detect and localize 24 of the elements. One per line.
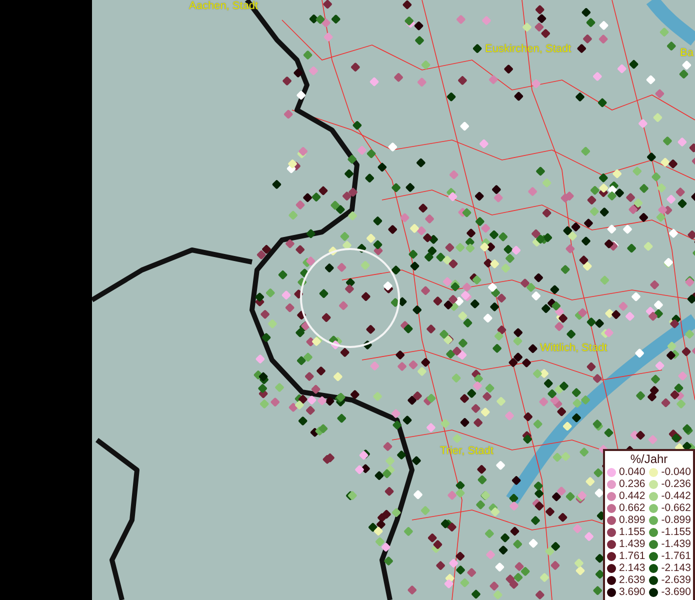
legend-label: 0.236 (619, 478, 646, 490)
legend-label: 2.639 (619, 574, 646, 586)
legend-label: -1.155 (661, 526, 691, 538)
legend-label: -2.143 (661, 562, 691, 574)
legend-label: 0.442 (619, 490, 646, 502)
legend-label: -0.236 (661, 478, 691, 490)
legend-label: -0.040 (661, 466, 691, 478)
legend-label: 1.761 (619, 550, 646, 562)
legend-label: 0.040 (619, 466, 646, 478)
legend-label: 1.439 (619, 538, 646, 550)
legend-label: 0.662 (619, 502, 646, 514)
legend-label: 0.899 (619, 514, 646, 526)
legend-title: %/Jahr (629, 452, 669, 466)
legend-label: -0.899 (661, 514, 691, 526)
legend-label: -0.442 (661, 490, 691, 502)
legend-label: -3.690 (661, 586, 691, 598)
legend-label: -1.761 (661, 550, 691, 562)
legend-label: -0.662 (661, 502, 691, 514)
legend-label: 3.690 (619, 586, 646, 598)
legend-label: -1.439 (661, 538, 691, 550)
place-label: Ba (680, 47, 694, 59)
legend-label: 1.155 (619, 526, 646, 538)
legend-label: -2.639 (661, 574, 691, 586)
legend-label: 2.143 (619, 562, 646, 574)
